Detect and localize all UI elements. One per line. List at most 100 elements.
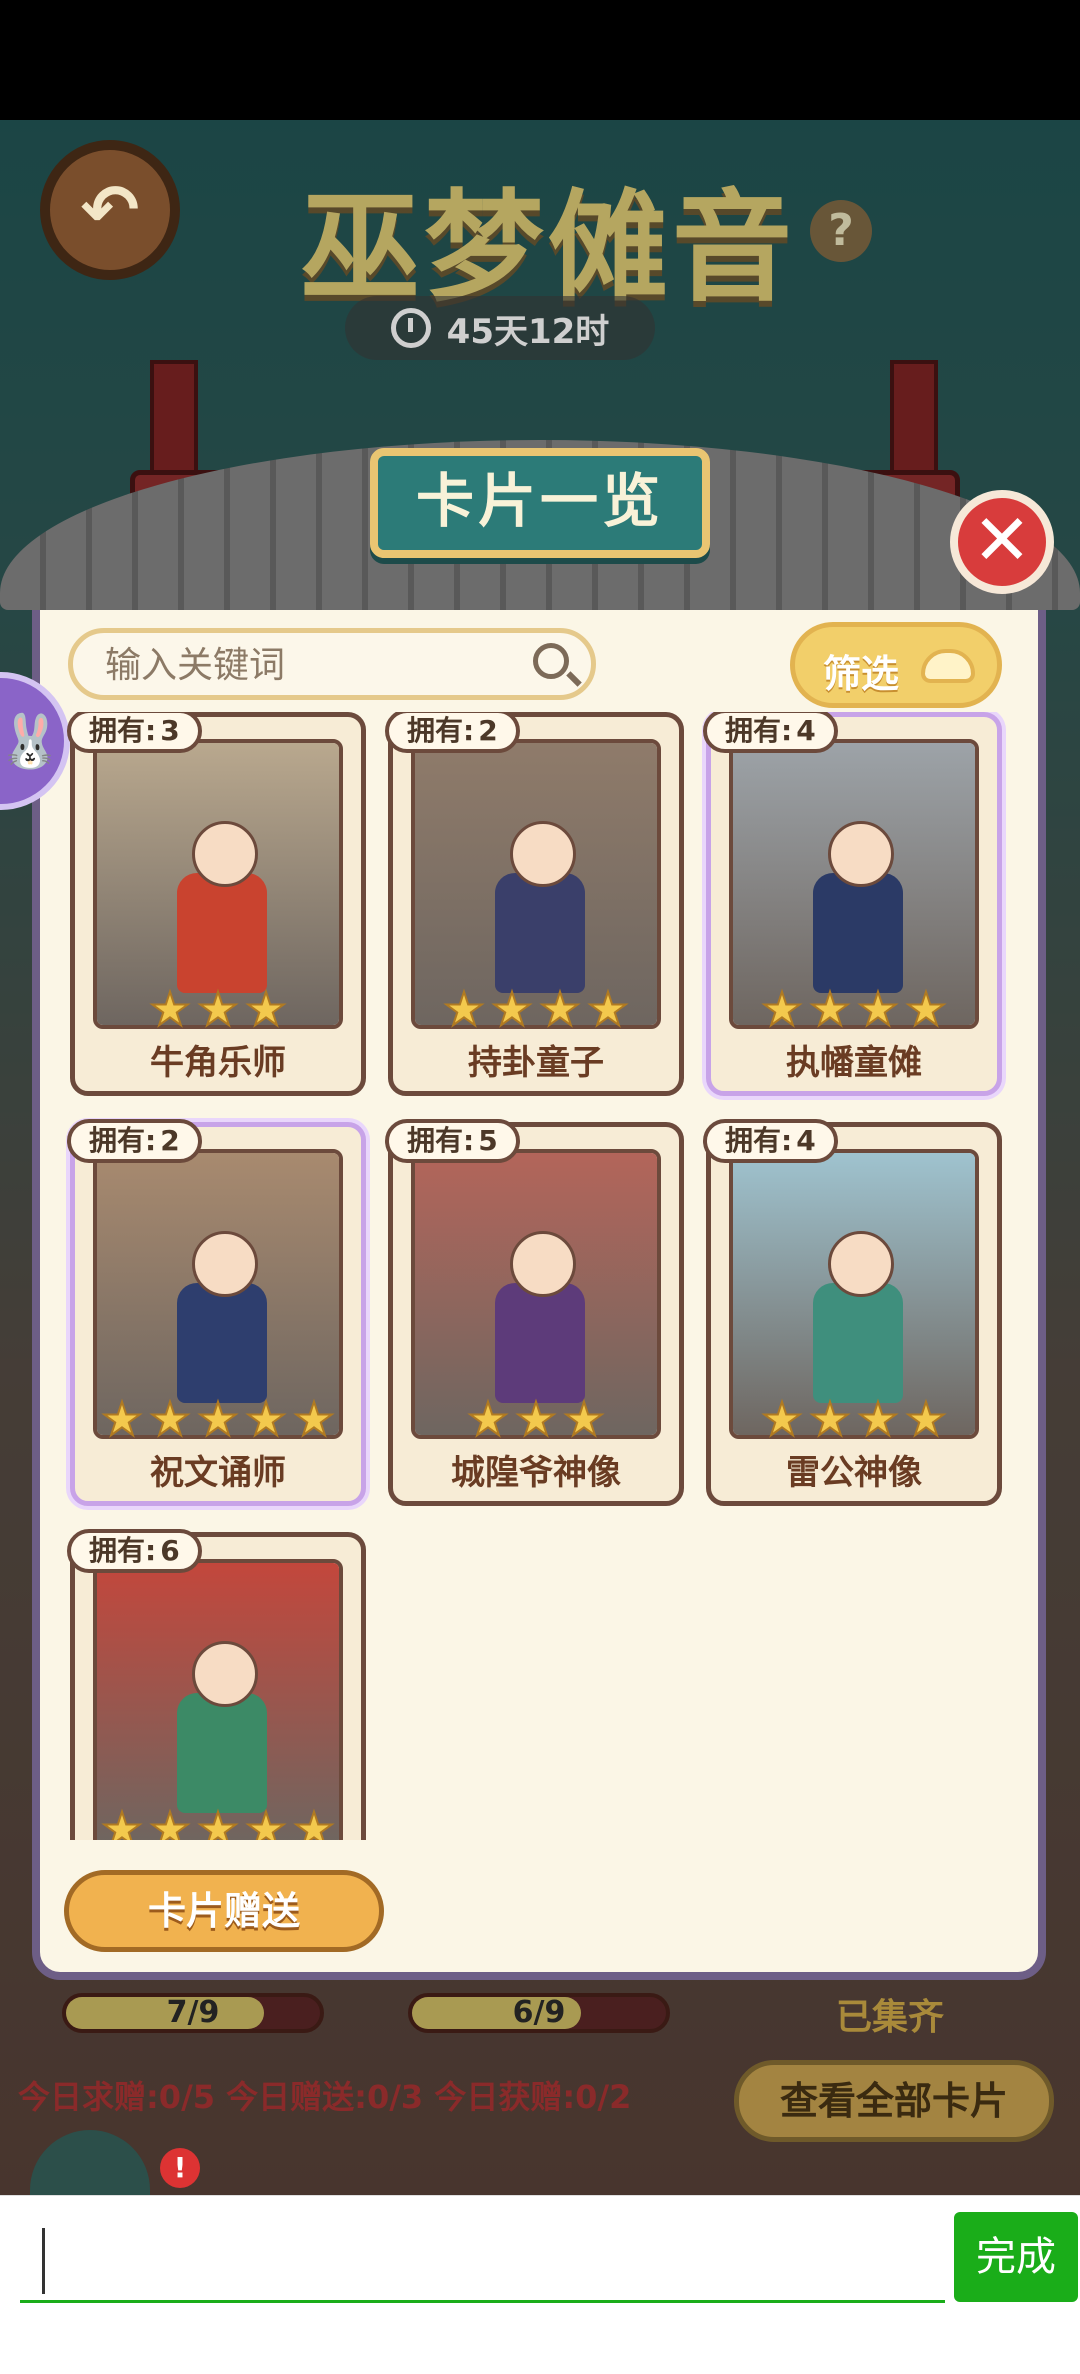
star-rating: ★ ★ ★ ★ — [393, 982, 679, 1036]
card-item[interactable]: ★ ★ ★ 牛角乐师 拥有: 3 — [67, 712, 366, 1096]
star-icon: ★ — [244, 982, 287, 1036]
gift-cards-button[interactable]: 卡片赠送 — [64, 1870, 384, 1952]
star-icon: ★ — [808, 982, 851, 1036]
event-timer: 45天12时 — [345, 296, 655, 360]
owned-count-badge: 拥有: 2 — [67, 1119, 202, 1163]
card-name: 持卦童子 — [468, 1043, 604, 1083]
card-artwork — [93, 1559, 343, 1840]
card-item[interactable]: ★ ★ ★ 城隍爷神像 拥有: 5 — [385, 1119, 684, 1506]
owned-prefix: 拥有: — [407, 1124, 475, 1157]
star-rating: ★ ★ ★ — [75, 982, 361, 1036]
star-icon: ★ — [490, 982, 533, 1036]
owned-prefix: 拥有: — [407, 714, 475, 747]
owned-count: 2 — [478, 714, 498, 747]
character-head — [828, 821, 894, 887]
card-name: 祝文诵师 — [150, 1453, 286, 1493]
star-icon: ★ — [442, 982, 485, 1036]
input-bar-bottom — [0, 2308, 1080, 2374]
card-item[interactable]: ★ ★ ★ ★ ★ 祝文诵师 拥有: 2 — [67, 1119, 366, 1506]
star-icon: ★ — [856, 982, 899, 1036]
owned-count: 3 — [160, 714, 180, 747]
character-head — [510, 821, 576, 887]
card-grid[interactable]: ★ ★ ★ 牛角乐师 拥有: 3 ★ ★ ★ ★ 持卦童子 拥有: 2 ★ ★ ★ ★ 执幡童傩 拥有: 4 ★ ★ ★ ★ ★… — [60, 712, 1020, 1840]
owned-count: 4 — [796, 1124, 816, 1157]
keyboard-input-bar: 完成 — [0, 2195, 1080, 2374]
star-rating: ★ ★ ★ — [393, 1392, 679, 1446]
owned-count-badge: 拥有: 3 — [67, 712, 202, 753]
done-button[interactable]: 完成 — [954, 2212, 1078, 2302]
alert-badge: ! — [160, 2148, 200, 2188]
star-icon: ★ — [196, 1802, 239, 1840]
card-name: 执幡童傩 — [786, 1043, 922, 1083]
star-icon: ★ — [760, 1392, 803, 1446]
owned-prefix: 拥有: — [89, 714, 157, 747]
star-icon: ★ — [562, 1392, 605, 1446]
star-icon: ★ — [244, 1392, 287, 1446]
star-rating: ★ ★ ★ ★ — [711, 982, 997, 1036]
search-box[interactable] — [68, 628, 596, 700]
star-icon: ★ — [196, 982, 239, 1036]
card-name: 牛角乐师 — [150, 1043, 286, 1083]
view-all-cards-button[interactable]: 查看全部卡片 — [734, 2060, 1054, 2142]
back-arrow-icon: ↶ — [80, 169, 140, 251]
close-button[interactable]: ✕ — [950, 490, 1054, 594]
text-caret — [42, 2228, 45, 2294]
character-figure — [495, 1283, 585, 1403]
chevron-up-icon — [921, 649, 975, 683]
owned-count: 4 — [796, 714, 816, 747]
star-icon: ★ — [760, 982, 803, 1036]
status-bar — [0, 0, 1080, 120]
owned-count: 5 — [478, 1124, 498, 1157]
star-icon: ★ — [148, 1802, 191, 1840]
owned-prefix: 拥有: — [725, 714, 793, 747]
star-rating: ★ ★ ★ ★ ★ — [75, 1802, 361, 1840]
star-icon: ★ — [196, 1392, 239, 1446]
card-item[interactable]: ★ ★ ★ ★ ★ 拥有: 6 — [67, 1529, 366, 1840]
collection-progress-1: 7/9 — [62, 1993, 324, 2033]
star-icon: ★ — [244, 1802, 287, 1840]
event-title: 巫梦傩音 — [300, 179, 796, 318]
owned-count-badge: 拥有: 2 — [385, 712, 520, 753]
search-input[interactable] — [103, 633, 527, 697]
star-rating: ★ ★ ★ ★ — [711, 1392, 997, 1446]
owned-prefix: 拥有: — [89, 1534, 157, 1567]
collection-progress-2: 6/9 — [408, 1993, 670, 2033]
star-icon: ★ — [466, 1392, 509, 1446]
card-item[interactable]: ★ ★ ★ ★ 执幡童傩 拥有: 4 — [703, 712, 1002, 1096]
card-item[interactable]: ★ ★ ★ ★ 持卦童子 拥有: 2 — [385, 712, 684, 1096]
daily-gift-stats: 今日求赠:0/5 今日赠送:0/3 今日获赠:0/2 — [18, 2078, 632, 2116]
filter-label: 筛选 — [823, 652, 900, 696]
help-icon[interactable]: ? — [810, 200, 872, 262]
character-figure — [177, 1283, 267, 1403]
clock-icon — [390, 308, 431, 348]
owned-count-badge: 拥有: 4 — [703, 712, 838, 753]
search-icon[interactable] — [533, 643, 569, 679]
star-icon: ★ — [292, 1802, 335, 1840]
star-icon: ★ — [586, 982, 629, 1036]
star-icon: ★ — [904, 982, 947, 1036]
progress-text: 7/9 — [166, 1995, 220, 2030]
owned-count-badge: 拥有: 4 — [703, 1119, 838, 1163]
card-item[interactable]: ★ ★ ★ ★ 雷公神像 拥有: 4 — [703, 1119, 1002, 1506]
character-head — [192, 1231, 258, 1297]
filter-button[interactable]: 筛选 — [790, 622, 1002, 708]
card-name: 城隍爷神像 — [451, 1453, 621, 1493]
modal-title: 卡片一览 — [370, 448, 710, 558]
star-icon: ★ — [148, 982, 191, 1036]
star-icon: ★ — [808, 1392, 851, 1446]
star-icon: ★ — [904, 1392, 947, 1446]
character-figure — [177, 873, 267, 993]
star-icon: ★ — [100, 1802, 143, 1840]
owned-count: 6 — [160, 1534, 180, 1567]
owned-count-badge: 拥有: 5 — [385, 1119, 520, 1163]
character-figure — [813, 873, 903, 993]
star-icon: ★ — [100, 1392, 143, 1446]
owned-count: 2 — [160, 1124, 180, 1157]
progress-text: 6/9 — [512, 1995, 566, 2030]
star-icon: ★ — [292, 1392, 335, 1446]
back-button[interactable]: ↶ — [40, 140, 180, 280]
timer-text: 45天12时 — [446, 311, 610, 352]
text-input-field[interactable] — [20, 2216, 945, 2303]
character-figure — [495, 873, 585, 993]
character-head — [828, 1231, 894, 1297]
